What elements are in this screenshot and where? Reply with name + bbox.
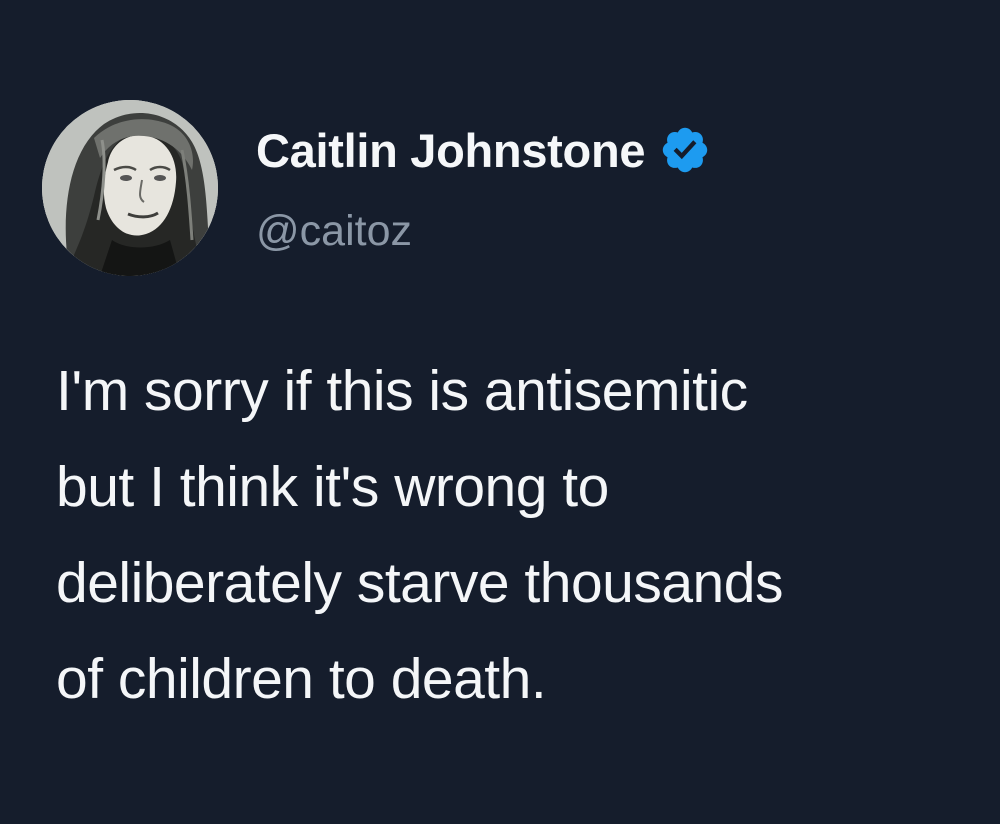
tweet-text-line: of children to death. [56,647,547,711]
avatar[interactable] [42,100,218,276]
tweet-header: Caitlin Johnstone @caitoz [42,100,942,278]
author-display-name[interactable]: Caitlin Johnstone [256,123,646,178]
avatar-portrait-icon [42,100,218,276]
tweet-text: I'm sorry if this is antisemitic but I t… [56,343,956,727]
tweet-text-line: I'm sorry if this is antisemitic [56,359,748,423]
tweet-text-line: but I think it's wrong to [56,455,609,519]
tweet-text-line: deliberately starve thousands [56,551,783,615]
name-row: Caitlin Johnstone [256,120,711,180]
tweet-card: Caitlin Johnstone @caitoz I'm sorry if t… [0,0,1000,824]
author-handle[interactable]: @caitoz [256,207,412,256]
verified-badge-icon [662,127,708,173]
